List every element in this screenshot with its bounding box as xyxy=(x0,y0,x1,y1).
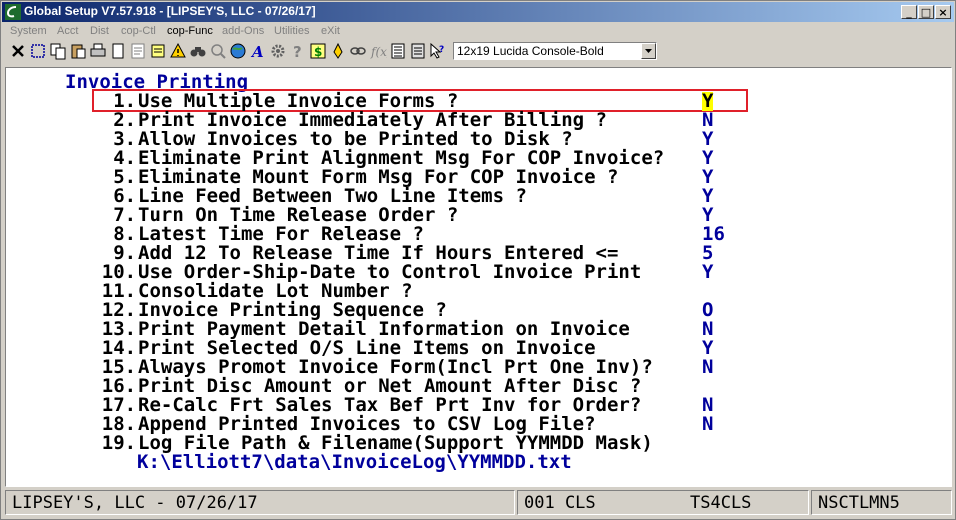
menu-cop-ctl[interactable]: cop-Ctl xyxy=(121,25,156,37)
menu-bar: System Acct Dist cop-Ctl cop-Func add-On… xyxy=(1,23,955,40)
status-code: 001 CLS TS4CLS xyxy=(517,490,809,515)
list-alt-icon[interactable] xyxy=(409,42,427,60)
menu-exit[interactable]: eXit xyxy=(321,25,340,37)
note-icon[interactable] xyxy=(129,42,147,60)
menu-add-ons[interactable]: add-Ons xyxy=(222,25,264,37)
maximize-button[interactable]: □ xyxy=(918,5,934,19)
select-box-icon[interactable] xyxy=(29,42,47,60)
globe-icon[interactable] xyxy=(229,42,247,60)
menu-utilities[interactable]: Utilities xyxy=(274,25,309,37)
svg-text:f(x): f(x) xyxy=(370,45,387,59)
rocket-icon[interactable] xyxy=(329,42,347,60)
gear-icon[interactable] xyxy=(269,42,287,60)
copy-icon[interactable] xyxy=(49,42,67,60)
terminal-screen[interactable]: Invoice Printing 1. Use Multiple Invoice … xyxy=(5,67,952,487)
status-user: NSCTLMN5 xyxy=(811,490,952,515)
svg-text:$: $ xyxy=(314,45,322,59)
menu-cop-func[interactable]: cop-Func xyxy=(167,25,213,37)
menu-dist[interactable]: Dist xyxy=(90,25,109,37)
item-value[interactable]: N xyxy=(702,415,713,434)
title-bar: Global Setup V7.57.918 - [LIPSEY'S, LLC … xyxy=(2,2,954,22)
window-title: Global Setup V7.57.918 - [LIPSEY'S, LLC … xyxy=(24,4,316,18)
menu-system[interactable]: System xyxy=(10,25,47,37)
dollar-icon[interactable]: $ xyxy=(309,42,327,60)
close-x-icon[interactable] xyxy=(9,42,27,60)
help-cursor-icon[interactable]: ? xyxy=(429,42,447,60)
item-number: 19. xyxy=(101,432,137,454)
close-button[interactable]: × xyxy=(935,5,951,19)
question-icon[interactable]: ? xyxy=(289,42,307,60)
app-logo-icon xyxy=(5,4,21,20)
magnifier-icon[interactable] xyxy=(209,42,227,60)
minimize-button[interactable]: _ xyxy=(901,5,917,19)
chevron-down-icon[interactable] xyxy=(641,43,656,59)
item-value[interactable]: Y xyxy=(702,263,713,282)
status-terminal: TS4CLS xyxy=(690,493,752,513)
item-value[interactable]: N xyxy=(702,358,713,377)
svg-text:?: ? xyxy=(293,43,302,60)
app-window: Global Setup V7.57.918 - [LIPSEY'S, LLC … xyxy=(0,0,956,520)
svg-text:A: A xyxy=(250,43,264,60)
function-icon[interactable]: f(x) xyxy=(369,42,387,60)
list-icon[interactable] xyxy=(389,42,407,60)
log-path-value[interactable]: K:\Elliott7\data\InvoiceLog\YYMMDD.txt xyxy=(137,453,572,472)
font-select-value: 12x19 Lucida Console-Bold xyxy=(457,44,604,58)
edit-icon[interactable] xyxy=(149,42,167,60)
print-icon[interactable] xyxy=(89,42,107,60)
font-a-icon[interactable]: A xyxy=(249,42,267,60)
paste-icon[interactable] xyxy=(69,42,87,60)
svg-text:?: ? xyxy=(439,45,444,55)
font-select[interactable]: 12x19 Lucida Console-Bold xyxy=(453,42,657,60)
page-icon[interactable] xyxy=(109,42,127,60)
menu-acct[interactable]: Acct xyxy=(57,25,78,37)
alert-icon[interactable] xyxy=(169,42,187,60)
binoculars-icon[interactable] xyxy=(189,42,207,60)
link-icon[interactable] xyxy=(349,42,367,60)
status-bar: LIPSEY'S, LLC - 07/26/17 001 CLS TS4CLS … xyxy=(5,490,952,516)
status-company: LIPSEY'S, LLC - 07/26/17 xyxy=(5,490,515,515)
